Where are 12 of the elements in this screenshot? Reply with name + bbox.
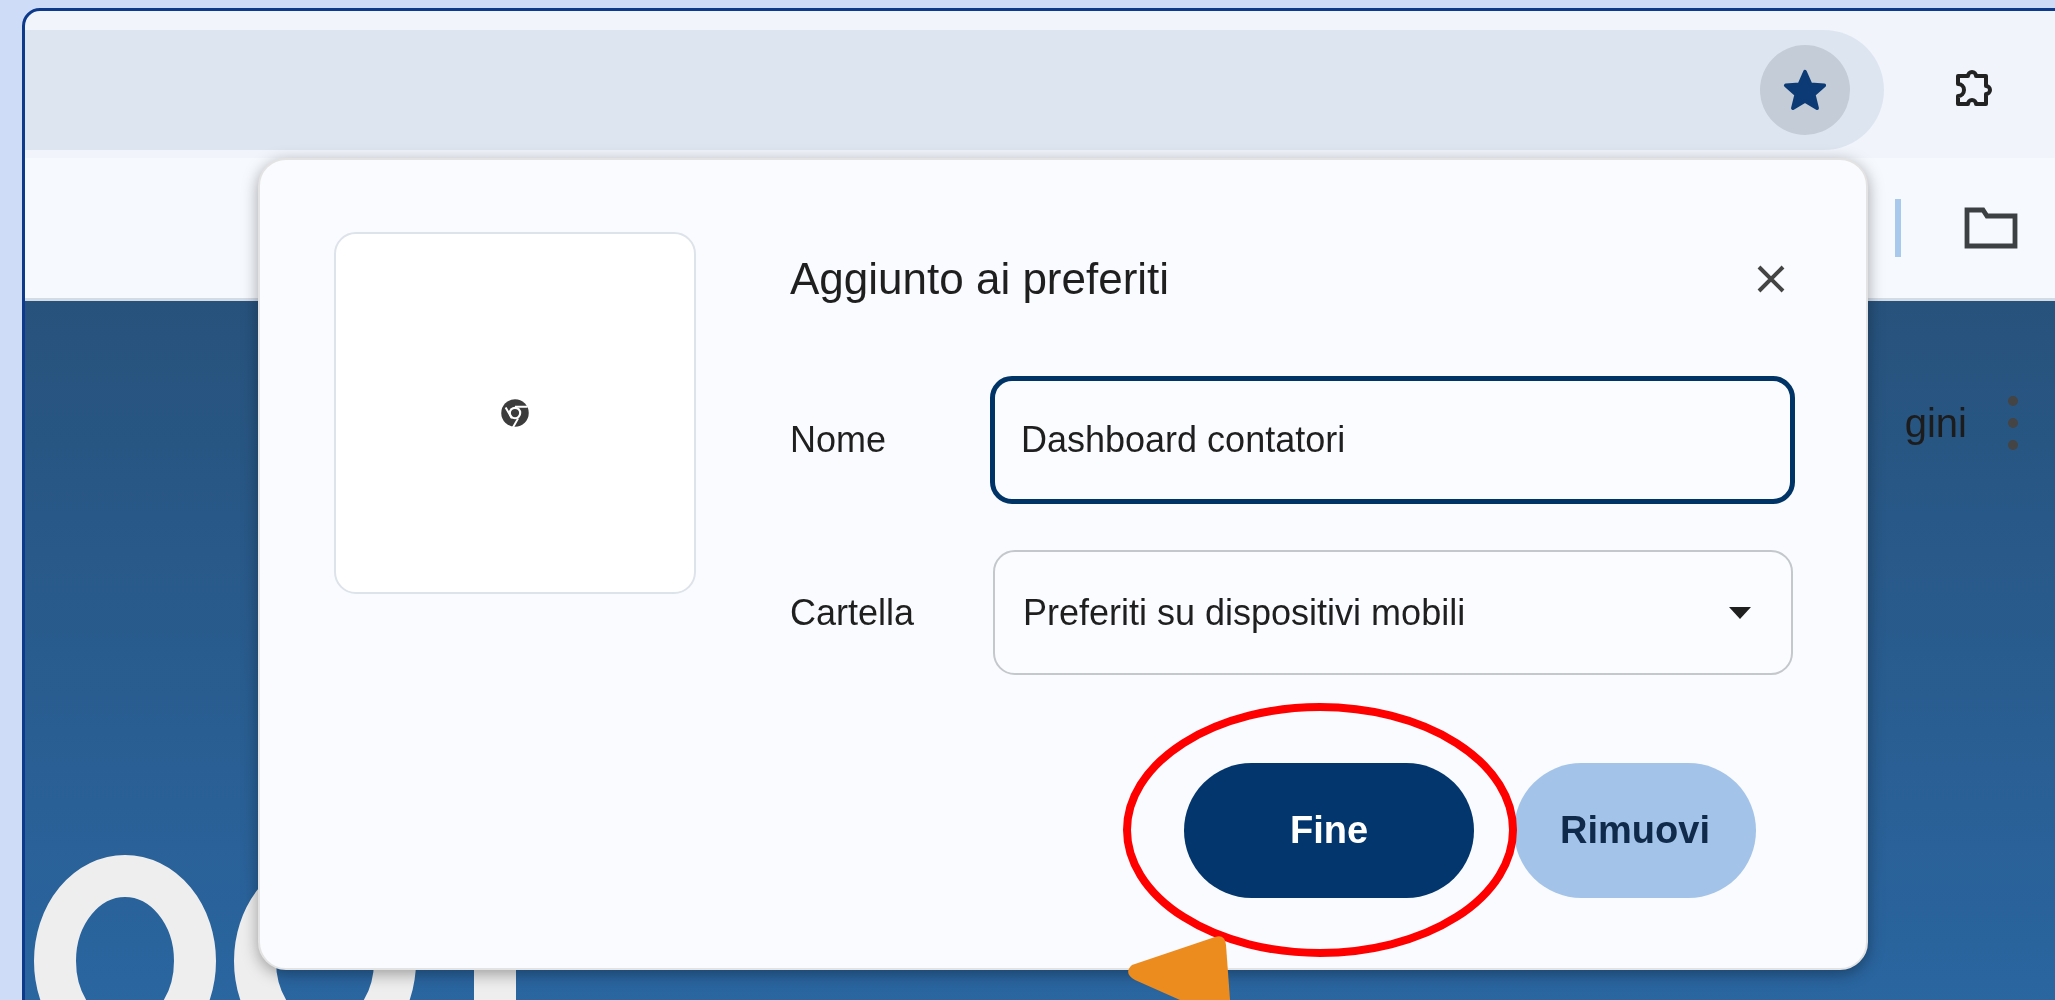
- name-input-field[interactable]: Dashboard contatori: [990, 376, 1795, 504]
- field-label: Nome: [790, 418, 888, 462]
- caret-icon: [1729, 606, 1751, 619]
- folder-dropdown[interactable]: Preferiti su dispositivi mobili: [993, 550, 1793, 675]
- star-icon: [1783, 67, 1827, 112]
- close-icon: [1756, 264, 1786, 294]
- chrome-icon: [500, 398, 530, 428]
- folder-icon[interactable]: [1963, 206, 2019, 250]
- dialog-title: Aggiunto ai preferiti: [790, 253, 1170, 305]
- remove-button[interactable]: Rimuovi: [1514, 763, 1756, 898]
- field-label: Cartella: [790, 590, 916, 635]
- done-button[interactable]: Fine: [1184, 763, 1474, 898]
